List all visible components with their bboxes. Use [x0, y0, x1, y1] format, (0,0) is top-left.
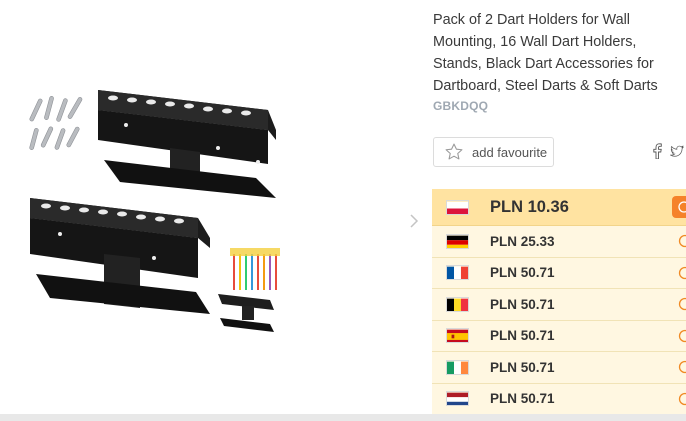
go-to-shop-button[interactable] [672, 196, 686, 218]
netherlands-flag-icon [446, 391, 469, 407]
dart-holder-product-image [29, 90, 280, 332]
belgium-flag-icon [446, 296, 469, 312]
brand-link[interactable]: GBKDQQ [433, 99, 488, 113]
share-icons [650, 142, 684, 160]
go-to-shop-icon[interactable] [678, 329, 686, 343]
price-value: PLN 50.71 [490, 391, 555, 407]
price-row-france[interactable]: PLN 50.71 [432, 257, 686, 289]
price-row-poland[interactable]: PLN 10.36 [432, 189, 686, 226]
add-favourite-label: add favourite [472, 144, 548, 160]
price-row-belgium[interactable]: PLN 50.71 [432, 289, 686, 321]
price-value: PLN 50.71 [490, 328, 555, 344]
product-title: Pack of 2 Dart Holders for Wall Mounting… [433, 12, 658, 94]
go-to-shop-icon[interactable] [678, 297, 686, 311]
price-value: PLN 10.36 [490, 197, 569, 216]
france-flag-icon [446, 265, 469, 281]
price-value: PLN 25.33 [490, 233, 555, 249]
price-row-spain[interactable]: PLN 50.71 [432, 320, 686, 352]
price-comparison-list: PLN 10.36 PLN 25.33 PLN 50.71 PLN 50.71 [432, 189, 686, 415]
go-to-shop-icon[interactable] [678, 360, 686, 374]
germany-flag-icon [446, 233, 469, 249]
price-value: PLN 50.71 [490, 296, 555, 312]
add-favourite-button[interactable]: add favourite [433, 137, 554, 167]
go-to-shop-icon[interactable] [678, 392, 686, 406]
go-to-shop-icon[interactable] [678, 234, 686, 248]
spain-flag-icon [446, 328, 469, 344]
product-gallery [0, 0, 432, 421]
poland-flag-icon [446, 199, 469, 215]
chevron-right-icon[interactable] [400, 207, 428, 235]
ireland-flag-icon [446, 359, 469, 375]
price-value: PLN 50.71 [490, 265, 555, 281]
go-to-shop-icon[interactable] [678, 266, 686, 280]
price-value: PLN 50.71 [490, 359, 555, 375]
star-icon [445, 143, 463, 160]
price-row-ireland[interactable]: PLN 50.71 [432, 352, 686, 384]
product-info-panel: Pack of 2 Dart Holders for Wall Mounting… [432, 0, 686, 421]
price-row-netherlands[interactable]: PLN 50.71 [432, 383, 686, 415]
horizontal-scrollbar[interactable] [0, 414, 686, 421]
price-row-germany[interactable]: PLN 25.33 [432, 226, 686, 258]
twitter-icon[interactable] [670, 142, 684, 160]
facebook-icon[interactable] [650, 142, 664, 160]
